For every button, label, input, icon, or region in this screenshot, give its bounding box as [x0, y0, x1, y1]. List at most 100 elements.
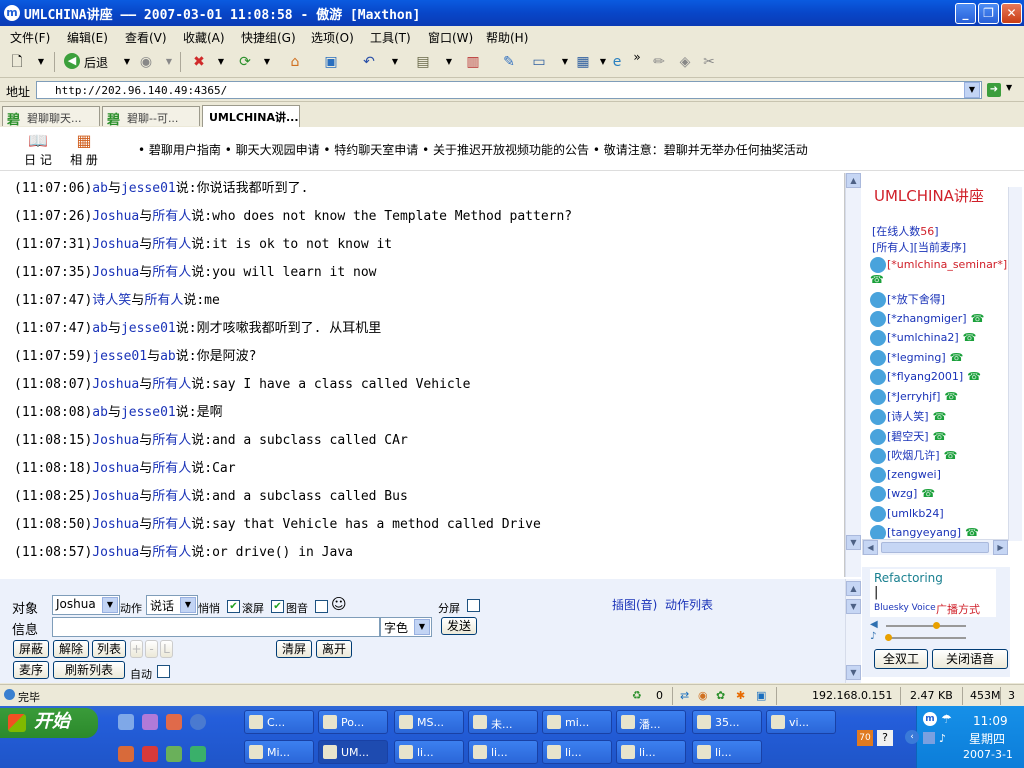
- taskbar-button[interactable]: 35...: [692, 710, 762, 734]
- leave-button[interactable]: 离开: [316, 640, 352, 658]
- stop-dropdown-icon[interactable]: ▼: [212, 53, 230, 71]
- screen-dropdown-icon[interactable]: ▼: [556, 53, 574, 71]
- announcement-bar[interactable]: • 碧聊用户指南 • 聊天大观园申请 • 特约聊天室申请 • 关于推迟开放视频功…: [138, 141, 808, 158]
- message-sender[interactable]: Joshua: [92, 265, 139, 280]
- scroll-up-icon[interactable]: ▲: [846, 581, 861, 596]
- chat-scrollbar[interactable]: ▲ ▼: [845, 173, 861, 577]
- user-list-item[interactable]: [*flyang2001] ☎: [870, 369, 981, 387]
- menu-edit[interactable]: 编辑(E): [67, 29, 108, 46]
- taskbar-button[interactable]: vi...: [766, 710, 836, 734]
- message-sender[interactable]: Joshua: [92, 545, 139, 560]
- new-page-icon[interactable]: 🗋: [8, 53, 26, 71]
- message-sender[interactable]: jesse01: [92, 349, 147, 364]
- message-sender[interactable]: 诗人笑: [92, 293, 131, 308]
- layout-icon[interactable]: ▦: [574, 53, 592, 71]
- menu-help[interactable]: 帮助(H): [486, 29, 528, 46]
- taskbar-button[interactable]: li...: [542, 740, 612, 764]
- message-sender[interactable]: Joshua: [92, 489, 139, 504]
- user-scrollbar[interactable]: [1008, 187, 1022, 541]
- message-recipient[interactable]: 所有人: [144, 293, 183, 308]
- message-recipient[interactable]: jesse01: [121, 321, 176, 336]
- user-list-item[interactable]: [*legming] ☎: [870, 349, 963, 368]
- scroll-left-icon[interactable]: ◀: [863, 540, 878, 555]
- collection-icon[interactable]: ▤: [414, 53, 432, 71]
- user-list-item[interactable]: [umlkb24]: [870, 505, 944, 524]
- message-recipient[interactable]: 所有人: [152, 489, 191, 504]
- home-icon[interactable]: ⌂: [286, 53, 304, 71]
- undo-icon[interactable]: ↶: [360, 53, 378, 71]
- maxthon-tray-icon[interactable]: m: [923, 712, 937, 726]
- forward-icon[interactable]: ◉: [137, 53, 155, 71]
- message-recipient[interactable]: jesse01: [121, 405, 176, 420]
- refresh-icon[interactable]: ⟳: [236, 53, 254, 71]
- go-dropdown-icon[interactable]: ▼: [1006, 83, 1012, 92]
- user-list-item[interactable]: [*Jerryhjf] ☎: [870, 388, 958, 407]
- scroll-right-icon[interactable]: ▶: [993, 540, 1008, 555]
- book-icon[interactable]: ▥: [464, 53, 482, 71]
- screen-icon[interactable]: ▭: [530, 53, 548, 71]
- forward-dropdown-icon[interactable]: ▼: [160, 53, 178, 71]
- flash-icon[interactable]: ◉: [698, 689, 708, 702]
- taskbar-button[interactable]: MS...: [394, 710, 464, 734]
- pencil-icon[interactable]: ✏: [650, 53, 668, 71]
- message-sender[interactable]: Joshua: [92, 433, 139, 448]
- album-button[interactable]: ▦ 相 册: [64, 131, 104, 169]
- send-button[interactable]: 发送: [441, 617, 477, 635]
- target-select[interactable]: Joshua ▼: [52, 595, 120, 615]
- collection-dropdown-icon[interactable]: ▼: [440, 53, 458, 71]
- action-list-link[interactable]: 动作列表: [665, 596, 713, 613]
- scroll-up-icon[interactable]: ▲: [846, 173, 861, 188]
- back-button[interactable]: ◀ 后退: [62, 53, 124, 71]
- undo-dropdown-icon[interactable]: ▼: [386, 53, 404, 71]
- monitor-icon[interactable]: ▣: [756, 689, 766, 702]
- menu-window[interactable]: 窗口(W): [428, 29, 473, 46]
- auto-checkbox[interactable]: [157, 665, 170, 678]
- mic-slider[interactable]: [886, 637, 966, 639]
- volume-tray-icon[interactable]: ♪: [939, 732, 946, 745]
- message-sender[interactable]: Joshua: [92, 377, 139, 392]
- menu-groups[interactable]: 快捷组(G): [241, 29, 296, 46]
- menu-view[interactable]: 查看(V): [125, 29, 167, 46]
- message-recipient[interactable]: 所有人: [152, 433, 191, 448]
- taskbar-button[interactable]: 未...: [468, 710, 538, 734]
- message-recipient[interactable]: 所有人: [152, 517, 191, 532]
- image-sound-checkbox[interactable]: ✔: [271, 600, 284, 613]
- gear-icon[interactable]: ✱: [736, 689, 745, 702]
- message-sender[interactable]: ab: [92, 181, 108, 196]
- message-recipient[interactable]: 所有人: [152, 237, 191, 252]
- minimize-button[interactable]: _: [955, 3, 976, 24]
- taskbar-button[interactable]: 潘...: [616, 710, 686, 734]
- room-list-tabs[interactable]: [所有人][当前麦序]: [872, 239, 966, 255]
- block-button[interactable]: 屏蔽: [13, 640, 49, 658]
- refresh-dropdown-icon[interactable]: ▼: [258, 53, 276, 71]
- ime-icon[interactable]: 70: [857, 730, 873, 746]
- help-icon[interactable]: ?: [877, 730, 893, 746]
- scroll-down-icon[interactable]: ▼: [846, 665, 861, 680]
- recycle-icon[interactable]: ♻: [632, 689, 642, 702]
- go-button[interactable]: ➜: [987, 83, 1001, 97]
- message-recipient[interactable]: 所有人: [152, 377, 191, 392]
- full-duplex-button[interactable]: 全双工: [874, 649, 928, 669]
- menu-file[interactable]: 文件(F): [10, 29, 50, 46]
- window-icon[interactable]: ▣: [322, 53, 340, 71]
- tab-umlchina[interactable]: UMLCHINA讲...: [202, 105, 300, 127]
- close-button[interactable]: ✕: [1001, 3, 1022, 24]
- mic-knob[interactable]: [885, 634, 892, 641]
- split-checkbox[interactable]: [467, 599, 480, 612]
- scroll-down-icon[interactable]: ▼: [846, 599, 861, 614]
- message-sender[interactable]: Joshua: [92, 517, 139, 532]
- address-dropdown-icon[interactable]: ▼: [964, 82, 980, 98]
- tab-bliao-2[interactable]: 碧 碧聊--可...: [102, 106, 200, 126]
- address-input[interactable]: http://202.96.140.49:4365/: [36, 81, 982, 99]
- close-voice-button[interactable]: 关闭语音: [932, 649, 1008, 669]
- menu-tools[interactable]: 工具(T): [370, 29, 411, 46]
- taskbar-button[interactable]: li...: [468, 740, 538, 764]
- action-select[interactable]: 说话 ▼: [146, 595, 198, 615]
- user-list-item[interactable]: [*umlchina2] ☎: [870, 330, 976, 348]
- stop-icon[interactable]: ✖: [190, 53, 208, 71]
- scroll-checkbox[interactable]: ✔: [227, 600, 240, 613]
- emoticon-icon[interactable]: ☺: [331, 595, 347, 613]
- user-list-item[interactable]: [*umlchina_seminar*] ☎: [870, 257, 1007, 286]
- tray-expand-icon[interactable]: ‹: [905, 730, 919, 744]
- refresh-list-button[interactable]: 刷新列表: [53, 661, 125, 679]
